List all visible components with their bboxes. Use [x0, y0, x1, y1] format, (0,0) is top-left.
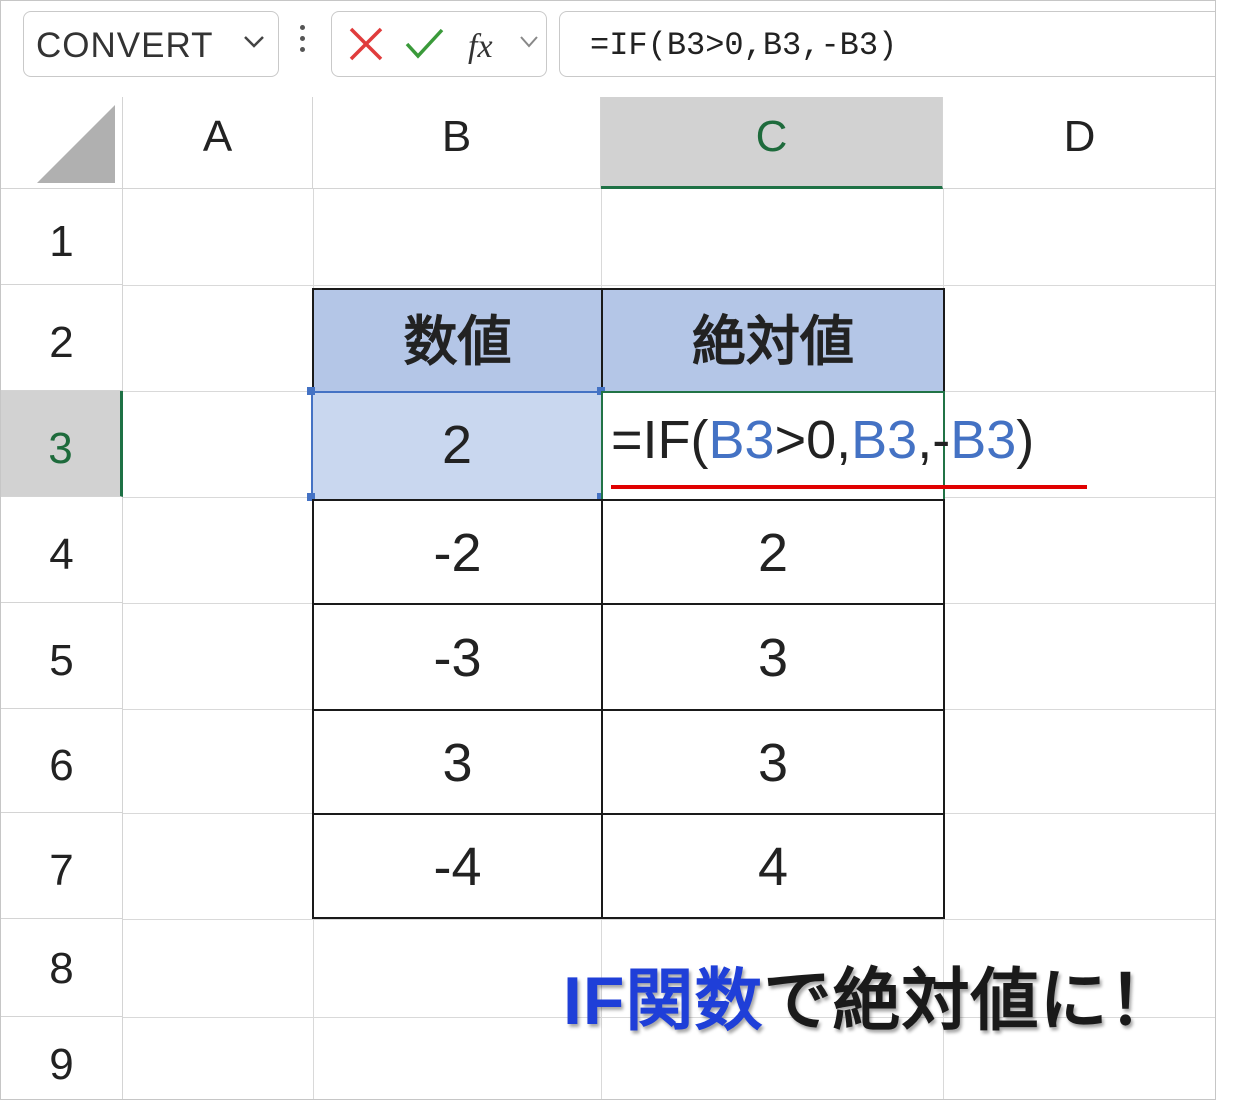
name-box[interactable]: CONVERT: [23, 11, 279, 77]
caption-highlight: IF関数: [563, 963, 764, 1039]
select-all-triangle-icon: [37, 105, 115, 183]
column-header-b[interactable]: B: [313, 97, 601, 189]
cell-c7[interactable]: 4: [601, 813, 945, 919]
cell-b5[interactable]: -3: [312, 603, 603, 711]
red-underline: [611, 485, 1087, 489]
formula-part: =IF(: [611, 410, 709, 470]
gridline: [123, 285, 1215, 286]
row-header-9[interactable]: 9: [1, 1017, 123, 1099]
chevron-down-icon[interactable]: [242, 34, 266, 50]
formula-buttons: fx: [331, 11, 547, 77]
row-header-6[interactable]: 6: [1, 709, 123, 813]
row-header-7[interactable]: 7: [1, 813, 123, 919]
cell-c6[interactable]: 3: [601, 709, 945, 815]
cell-b7[interactable]: -4: [312, 813, 603, 919]
cell-c4[interactable]: 2: [601, 499, 945, 605]
formula-bar: CONVERT fx =IF(B3>0,B3,-B3): [1, 1, 1215, 97]
cell-formula: =IF(B3>0,B3,-B3): [611, 409, 1034, 471]
column-header-a[interactable]: A: [123, 97, 313, 189]
insert-function-icon[interactable]: fx: [468, 28, 493, 66]
formula-text: =IF(B3>0,B3,-B3): [590, 27, 898, 64]
formula-reference: B3: [851, 410, 918, 470]
row-header-3[interactable]: 3: [1, 391, 123, 497]
more-options-icon[interactable]: [297, 25, 307, 65]
name-box-value: CONVERT: [36, 26, 214, 65]
formula-part: >0,: [774, 410, 852, 470]
formula-reference: B3: [708, 410, 775, 470]
selection-handle[interactable]: [307, 387, 315, 395]
chevron-down-icon[interactable]: [518, 34, 540, 50]
row-header-8[interactable]: 8: [1, 919, 123, 1017]
table-header-abs[interactable]: 絶対値: [601, 288, 945, 394]
cancel-x-icon[interactable]: [344, 24, 388, 64]
cell-b4[interactable]: -2: [312, 499, 603, 605]
caption-rest: で絶対値に！: [763, 963, 1178, 1039]
selection-border: [311, 391, 603, 501]
row-header-1[interactable]: 1: [1, 189, 123, 285]
formula-part: ): [1016, 410, 1035, 470]
column-header-d[interactable]: D: [943, 97, 1215, 189]
formula-reference: B3: [950, 410, 1017, 470]
formula-input[interactable]: =IF(B3>0,B3,-B3): [559, 11, 1215, 77]
cell-b6[interactable]: 3: [312, 709, 603, 815]
row-header-2[interactable]: 2: [1, 285, 123, 391]
gridline: [123, 919, 1215, 920]
row-header-4[interactable]: 4: [1, 497, 123, 603]
caption-text: IF関数で絶対値に！: [563, 945, 1177, 1044]
enter-check-icon[interactable]: [402, 24, 446, 64]
row-header-5[interactable]: 5: [1, 603, 123, 709]
cell-c5[interactable]: 3: [601, 603, 945, 711]
select-all-corner[interactable]: [1, 97, 123, 189]
column-header-c[interactable]: C: [601, 97, 943, 189]
formula-part: ,-: [917, 410, 951, 470]
spreadsheet-window: CONVERT fx =IF(B3>0,B3,-B3) A B C D 1 2 …: [0, 0, 1216, 1100]
table-header-value[interactable]: 数値: [312, 288, 603, 394]
